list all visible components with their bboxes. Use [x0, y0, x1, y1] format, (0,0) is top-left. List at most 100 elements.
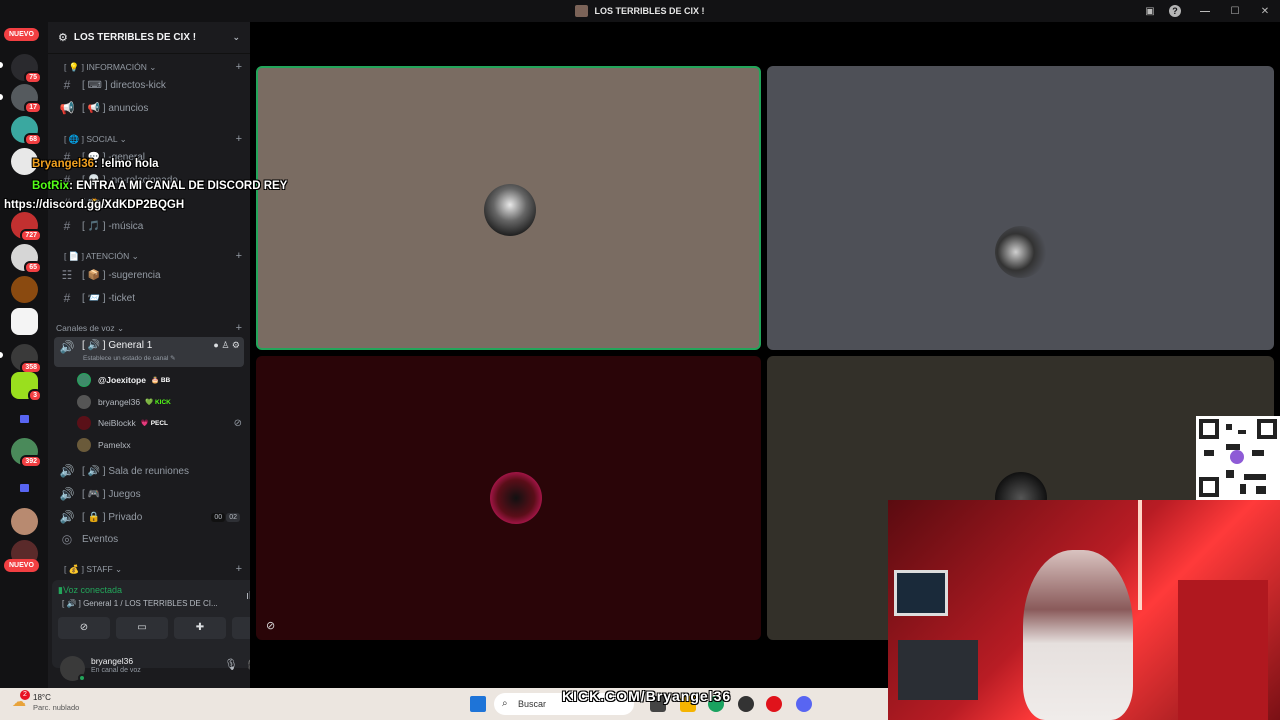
channel-general[interactable]: #[ 💬 ] -general [54, 147, 244, 167]
server-icon[interactable]: 65 [11, 244, 42, 274]
avatar [490, 472, 542, 524]
temperature: 18°C [33, 693, 51, 702]
microphone-icon[interactable]: 🎙 [224, 658, 238, 671]
voice-channel-privado[interactable]: 🔊[ 🔒 ] Privado 00 02 [54, 507, 244, 527]
category-staff[interactable]: [ 💰 ] STAFF ⌄ + [56, 562, 242, 576]
gamepad-icon: ✚ [195, 622, 205, 633]
voice-location[interactable]: [ 🔊 ] General 1 / LOS TERRIBLES DE CI... [62, 599, 242, 608]
server-icon[interactable]: 3 [11, 372, 42, 402]
window-controls: ▣ ? — ☐ ✕ [1140, 0, 1280, 22]
avatar [77, 395, 91, 409]
avatar [484, 184, 536, 236]
screenshare-button[interactable]: ▭ [116, 617, 168, 639]
category-canales-de-voz[interactable]: Canales de voz ⌄ + [56, 321, 242, 335]
hash-icon: # [63, 78, 71, 92]
speaker-icon: 🔊 [59, 464, 75, 478]
avatar [77, 373, 91, 387]
opera-icon[interactable] [766, 696, 782, 712]
folder-icon[interactable] [20, 415, 29, 423]
channel-status[interactable]: Establece un estado de canal ✎ [83, 354, 176, 362]
channel-sugerencia[interactable]: ☷[ 📦 ] -sugerencia [54, 265, 244, 285]
channel-sidebar: ⚙ LOS TERRIBLES DE CIX ! ⌄ [ 💡 ] INFORMA… [48, 22, 292, 688]
add-channel-icon[interactable]: + [236, 61, 242, 73]
server-icon[interactable] [11, 148, 38, 175]
avatar [995, 226, 1047, 278]
server-list: NUEVO 75 17 68 727 65 358 3 392 NUEVO [0, 22, 48, 688]
muted-mic-icon: ⊘ [233, 417, 242, 429]
search-icon: ⌕ [502, 698, 508, 709]
category-social[interactable]: [ 🌐 ] SOCIAL ⌄ + [56, 132, 242, 146]
invite-icon[interactable]: ♙ [221, 340, 229, 350]
activity-button[interactable]: ✚ [174, 617, 226, 639]
windows-start-icon[interactable] [470, 696, 486, 712]
server-icon[interactable]: 17 [11, 84, 42, 114]
voice-channel-general-1[interactable]: 🔊 [ 🔊 ] General 1 Establece un estado de… [54, 337, 244, 367]
speaker-icon: 🔊 [59, 510, 75, 524]
add-channel-icon[interactable]: + [236, 250, 242, 262]
category-atencion[interactable]: [ 📄 ] ATENCIÓN ⌄ + [56, 249, 242, 263]
add-channel-icon[interactable]: + [236, 133, 242, 145]
participant-tile[interactable]: ⊘ [256, 356, 761, 640]
channel-no-relacionado[interactable]: #[ 💀 ] -no-relacionado [54, 170, 244, 190]
voice-status: ▮Voz conectada [58, 585, 122, 595]
server-icon[interactable]: 68 [11, 116, 42, 146]
chat-icon[interactable]: ● [213, 340, 218, 350]
notification-badge: 2 [20, 690, 30, 700]
voice-channel-juegos[interactable]: 🔊[ 🎮 ] Juegos [54, 484, 244, 504]
folder-icon[interactable] [20, 484, 29, 492]
server-icon[interactable]: 75 [11, 54, 42, 84]
voice-user[interactable]: Pamelxx [77, 436, 131, 454]
unread-indicator [0, 352, 3, 358]
chevron-down-icon: ⌄ [232, 32, 240, 42]
calendar-icon: ◎ [61, 532, 73, 546]
server-header[interactable]: ⚙ LOS TERRIBLES DE CIX ! ⌄ [48, 22, 250, 54]
voice-channel-sala[interactable]: 🔊[ 🔊 ] Sala de reuniones [54, 461, 244, 481]
windows-taskbar: ☁ 2 18°C Parc. nublado ⌕ Buscar KICK.COM/… [0, 688, 888, 720]
add-channel-icon[interactable]: + [236, 322, 242, 334]
window-titlebar: LOS TERRIBLES DE CIX ! ▣ ? — ☐ ✕ [0, 0, 1280, 22]
username[interactable]: bryangel36 [91, 656, 133, 666]
server-icon[interactable]: 727 [11, 212, 42, 242]
channel-musica[interactable]: #[ 🎵 ] -música [54, 216, 244, 236]
category-informacion[interactable]: [ 💡 ] INFORMACIÓN ⌄ + [56, 60, 242, 74]
voice-stage: ⊘ [250, 22, 1280, 688]
discord-icon[interactable] [796, 696, 812, 712]
participant-tile[interactable] [767, 66, 1274, 350]
channel-clips[interactable]: #[ 📸 ] -clips [54, 193, 244, 213]
avatar [77, 438, 91, 452]
channel-ticket[interactable]: #[ 📨 ] -ticket [54, 288, 244, 308]
server-icon[interactable]: 358 [11, 344, 42, 374]
server-icon[interactable] [11, 308, 38, 335]
close-button[interactable]: ✕ [1250, 6, 1280, 17]
camera-button[interactable]: ⊘ [58, 617, 110, 639]
maximize-button[interactable]: ☐ [1220, 6, 1250, 17]
server-icon[interactable] [11, 508, 38, 535]
kick-url-overlay: KICK.COM/Bryangel36 [562, 688, 732, 704]
voice-user[interactable]: NeiBlockk 💗 PECL ⊘ [77, 414, 242, 432]
user-count: 00 [211, 512, 226, 522]
screen-icon: ▭ [137, 622, 147, 633]
minimize-button[interactable]: — [1190, 6, 1220, 17]
channel-anuncios[interactable]: 📢[ 📢 ] anuncios [54, 98, 244, 118]
speaker-icon: 🔊 [59, 340, 75, 354]
obs-icon[interactable] [738, 696, 754, 712]
server-icon[interactable] [11, 276, 38, 303]
server-icon[interactable]: 392 [11, 438, 42, 468]
megaphone-icon: 📢 [59, 101, 75, 115]
participant-tile[interactable] [767, 356, 1274, 640]
events-item[interactable]: ◎ Eventos [54, 529, 244, 549]
channel-directos-kick[interactable]: #[ ⌨ ] directos-kick [54, 75, 244, 95]
speaker-icon: 🔊 [59, 487, 75, 501]
add-channel-icon[interactable]: + [236, 563, 242, 575]
window-title: LOS TERRIBLES DE CIX ! [594, 6, 705, 16]
hash-icon: # [63, 219, 71, 233]
voice-user[interactable]: @Joexitope 🎂 BB [77, 371, 170, 389]
voice-user[interactable]: bryangel36 💚 KICK [77, 393, 171, 411]
camera-off-icon: ⊘ [79, 622, 89, 633]
help-icon[interactable]: ? [1169, 5, 1181, 17]
participant-tile[interactable] [256, 66, 761, 350]
inbox-icon[interactable]: ▣ [1140, 6, 1160, 17]
muted-mic-icon: ⊘ [266, 620, 276, 632]
gear-icon[interactable]: ⚙ [232, 340, 240, 350]
avatar [995, 472, 1047, 524]
